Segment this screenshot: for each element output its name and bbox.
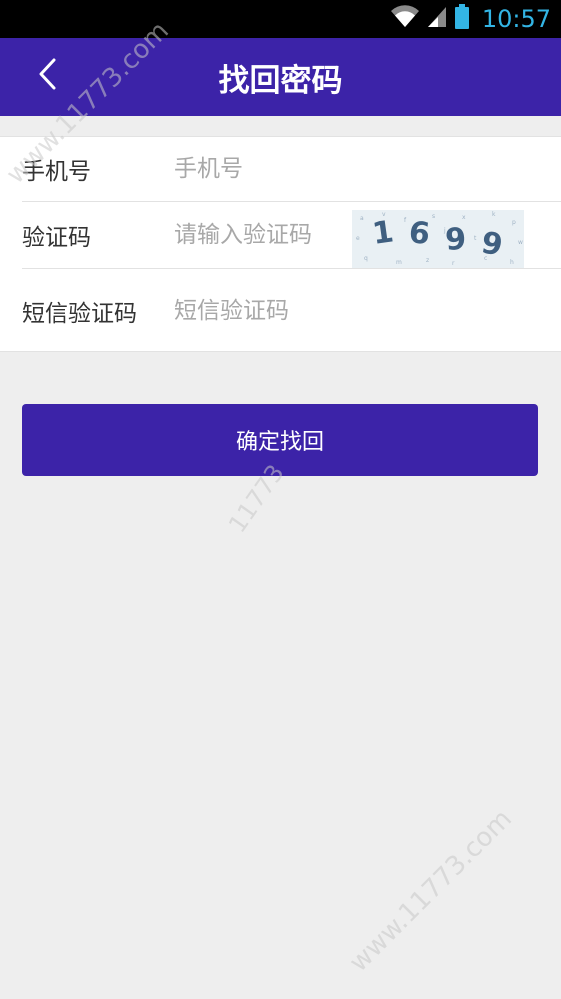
battery-icon xyxy=(454,4,470,34)
svg-text:s: s xyxy=(432,213,435,220)
captcha-character: 6 xyxy=(407,215,431,252)
chevron-left-icon xyxy=(36,57,60,95)
status-time: 10:57 xyxy=(481,5,551,33)
svg-text:a: a xyxy=(360,215,364,222)
captcha-character: 1 xyxy=(370,214,396,252)
svg-text:r: r xyxy=(452,260,455,267)
phone-input[interactable] xyxy=(174,156,561,182)
captcha-character: 9 xyxy=(479,225,506,263)
captcha-image[interactable]: avf sxk pqm zrc hew ntj 1699 xyxy=(352,210,524,268)
captcha-row: 验证码 avf sxk pqm zrc hew ntj 1699 xyxy=(22,202,561,269)
captcha-character: 9 xyxy=(444,222,467,258)
svg-text:z: z xyxy=(426,257,429,264)
sms-code-input[interactable] xyxy=(174,297,561,324)
back-button[interactable] xyxy=(24,52,72,100)
svg-text:h: h xyxy=(510,259,514,266)
svg-text:p: p xyxy=(512,219,516,226)
svg-text:f: f xyxy=(404,217,407,224)
status-bar: 10:57 xyxy=(0,0,561,38)
status-icons xyxy=(390,4,470,34)
recover-form: 手机号 验证码 avf sxk pqm zrc hew ntj 1699 短信验… xyxy=(0,136,561,352)
svg-text:e: e xyxy=(356,235,360,242)
wifi-icon xyxy=(390,5,420,33)
sms-label: 短信验证码 xyxy=(22,300,137,327)
svg-text:t: t xyxy=(474,235,477,242)
svg-text:m: m xyxy=(396,259,402,266)
svg-text:w: w xyxy=(518,239,523,246)
page-title: 找回密码 xyxy=(218,62,343,99)
sms-row: 短信验证码 xyxy=(22,269,561,352)
phone-row: 手机号 xyxy=(22,137,561,202)
phone-label: 手机号 xyxy=(22,159,91,185)
app-bar: 找回密码 xyxy=(0,38,561,116)
captcha-input[interactable] xyxy=(174,222,350,248)
confirm-recover-button[interactable]: 确定找回 xyxy=(22,404,538,476)
svg-text:x: x xyxy=(462,214,466,221)
svg-text:q: q xyxy=(364,255,368,262)
watermark-bottom: www.11773.com xyxy=(343,803,518,978)
svg-text:k: k xyxy=(492,211,496,218)
captcha-label: 验证码 xyxy=(22,225,91,251)
signal-icon xyxy=(426,5,448,33)
